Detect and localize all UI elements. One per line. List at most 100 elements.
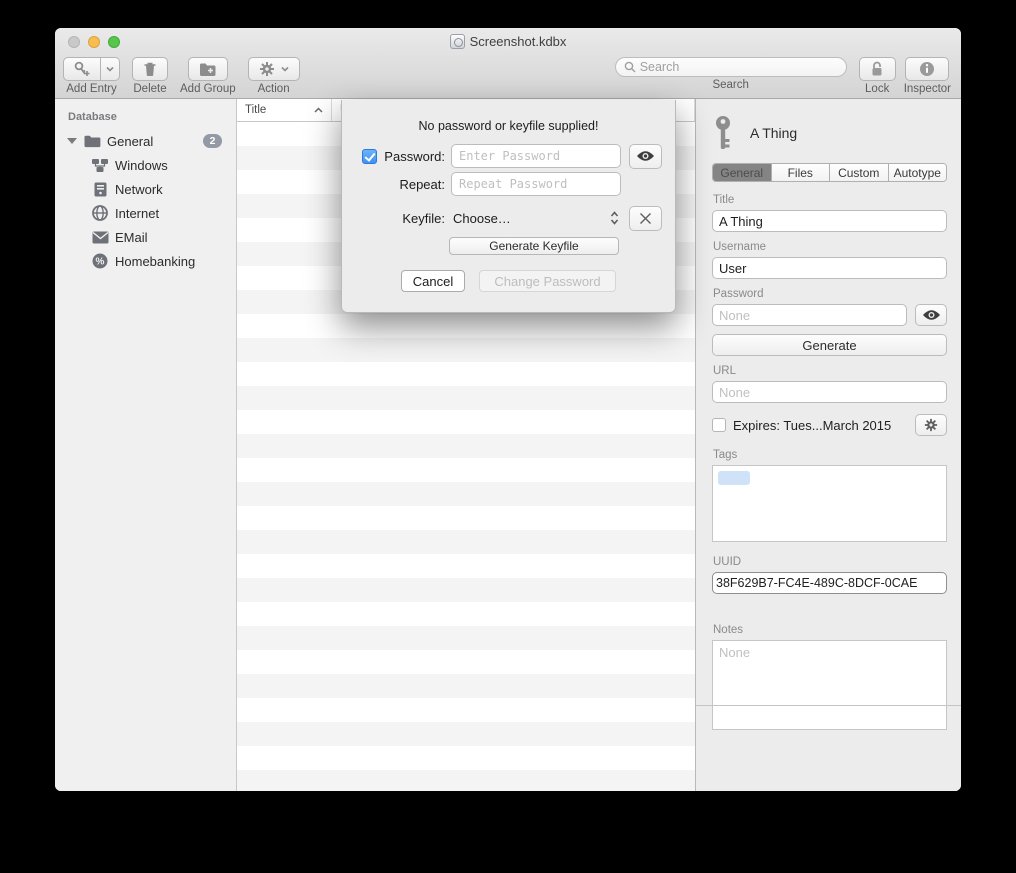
- stepper-icon: [610, 211, 619, 225]
- password-row-label: Password:: [379, 149, 445, 164]
- toolbar: Add Entry Delete Add Group: [55, 56, 961, 99]
- sort-ascending-icon: [314, 107, 323, 113]
- cancel-button[interactable]: Cancel: [401, 270, 465, 292]
- sidebar-item-label: General: [107, 134, 153, 149]
- column-label: Title: [245, 104, 266, 116]
- search-field-wrap: [615, 57, 847, 77]
- notes-field[interactable]: [712, 640, 947, 730]
- tab-files[interactable]: Files: [772, 164, 831, 181]
- action-toolbar-item: Action: [248, 57, 300, 95]
- sidebar-item-general[interactable]: General 2: [55, 129, 236, 153]
- inspector-button[interactable]: [905, 57, 949, 81]
- title-field[interactable]: [712, 210, 947, 232]
- inspector-label: Inspector: [904, 83, 951, 95]
- inspector-header: A Thing: [712, 109, 947, 157]
- envelope-icon: [91, 231, 109, 244]
- expires-settings-button[interactable]: [915, 414, 947, 436]
- app-window: Screenshot.kdbx Add Ent: [55, 28, 961, 791]
- sidebar: Database General 2 Windows Network: [55, 99, 237, 791]
- chevron-down-icon: [281, 66, 289, 72]
- password-field-label: Password: [713, 288, 947, 300]
- add-group-button[interactable]: [188, 57, 228, 81]
- url-field-label: URL: [713, 365, 947, 377]
- folder-plus-icon: [199, 62, 217, 77]
- reveal-password-button[interactable]: [629, 144, 662, 169]
- entry-count-badge: 2: [203, 134, 222, 148]
- change-password-button[interactable]: Change Password: [479, 270, 616, 292]
- tab-general[interactable]: General: [713, 164, 772, 181]
- generate-keyfile-button[interactable]: Generate Keyfile: [449, 237, 619, 255]
- keyfile-popup[interactable]: Choose…: [451, 211, 621, 226]
- column-header-title[interactable]: Title: [237, 99, 332, 121]
- search-input[interactable]: [640, 60, 838, 74]
- delete-label: Delete: [133, 83, 166, 95]
- percent-icon: %: [91, 253, 109, 269]
- sidebar-item-windows[interactable]: Windows: [55, 153, 236, 177]
- expires-label: Expires: Tues...March 2015: [733, 418, 908, 433]
- notes-field-label: Notes: [713, 624, 947, 636]
- eye-icon: [922, 309, 941, 321]
- lock-button[interactable]: [859, 57, 896, 81]
- clear-keyfile-button[interactable]: [629, 206, 662, 231]
- key-icon: [712, 115, 734, 151]
- titlebar[interactable]: Screenshot.kdbx: [55, 28, 961, 56]
- sidebar-item-label: Homebanking: [115, 254, 195, 269]
- document-proxy-icon[interactable]: [450, 34, 465, 49]
- keyfile-row-label: Keyfile:: [379, 211, 445, 226]
- reveal-password-button[interactable]: [915, 304, 947, 326]
- gear-icon: [924, 418, 938, 432]
- search-label: Search: [712, 79, 748, 91]
- tag-token[interactable]: [718, 471, 750, 485]
- enter-password-input[interactable]: [451, 144, 621, 168]
- password-field[interactable]: [712, 304, 907, 326]
- password-checkbox[interactable]: [362, 149, 377, 164]
- chevron-down-icon: [106, 66, 114, 72]
- delete-toolbar-item: Delete: [132, 57, 168, 95]
- sheet-warning-message: No password or keyfile supplied!: [342, 119, 675, 133]
- url-field[interactable]: [712, 381, 947, 403]
- repeat-row-label: Repeat:: [379, 177, 445, 192]
- info-icon: [919, 61, 935, 77]
- title-field-label: Title: [713, 194, 947, 206]
- sidebar-item-homebanking[interactable]: % Homebanking: [55, 249, 236, 273]
- sidebar-item-email[interactable]: EMail: [55, 225, 236, 249]
- add-entry-button[interactable]: [63, 57, 101, 81]
- key-plus-icon: [72, 61, 92, 77]
- window-title: Screenshot.kdbx: [470, 34, 567, 49]
- uuid-field-label: UUID: [713, 556, 947, 568]
- repeat-password-input[interactable]: [451, 172, 621, 196]
- tab-label: Autotype: [894, 166, 941, 180]
- trash-icon: [143, 61, 157, 77]
- sidebar-item-label: Internet: [115, 206, 159, 221]
- network-computers-icon: [91, 158, 109, 173]
- lock-icon: [870, 61, 884, 77]
- add-entry-label: Add Entry: [66, 83, 117, 95]
- close-x-icon: [639, 212, 652, 225]
- tab-custom[interactable]: Custom: [830, 164, 889, 181]
- search-toolbar-item: Search: [615, 57, 847, 91]
- delete-button[interactable]: [132, 57, 168, 81]
- sidebar-section-header: Database: [55, 109, 236, 129]
- username-field[interactable]: [712, 257, 947, 279]
- expires-checkbox[interactable]: [712, 418, 726, 432]
- sidebar-item-internet[interactable]: Internet: [55, 201, 236, 225]
- action-button[interactable]: [248, 57, 300, 81]
- add-entry-dropdown-button[interactable]: [101, 57, 120, 81]
- entry-title: A Thing: [750, 125, 797, 141]
- uuid-field[interactable]: 38F629B7-FC4E-489C-8DCF-0CAE: [712, 572, 947, 594]
- tab-label: Files: [788, 166, 813, 180]
- disclosure-triangle-icon[interactable]: [67, 138, 77, 144]
- tags-field[interactable]: [712, 465, 947, 542]
- add-group-label: Add Group: [180, 83, 236, 95]
- sidebar-item-network[interactable]: Network: [55, 177, 236, 201]
- tab-autotype[interactable]: Autotype: [889, 164, 947, 181]
- sidebar-item-label: EMail: [115, 230, 148, 245]
- window-chrome: Screenshot.kdbx Add Ent: [55, 28, 961, 99]
- lock-toolbar-item: Lock: [859, 57, 896, 95]
- eye-icon: [636, 150, 655, 162]
- generate-password-button[interactable]: Generate: [712, 334, 947, 356]
- lock-label: Lock: [865, 83, 889, 95]
- inspector-panel: A Thing General Files Custom Autotype Ti…: [695, 99, 961, 791]
- svg-text:%: %: [96, 257, 105, 268]
- tab-label: General: [720, 166, 763, 180]
